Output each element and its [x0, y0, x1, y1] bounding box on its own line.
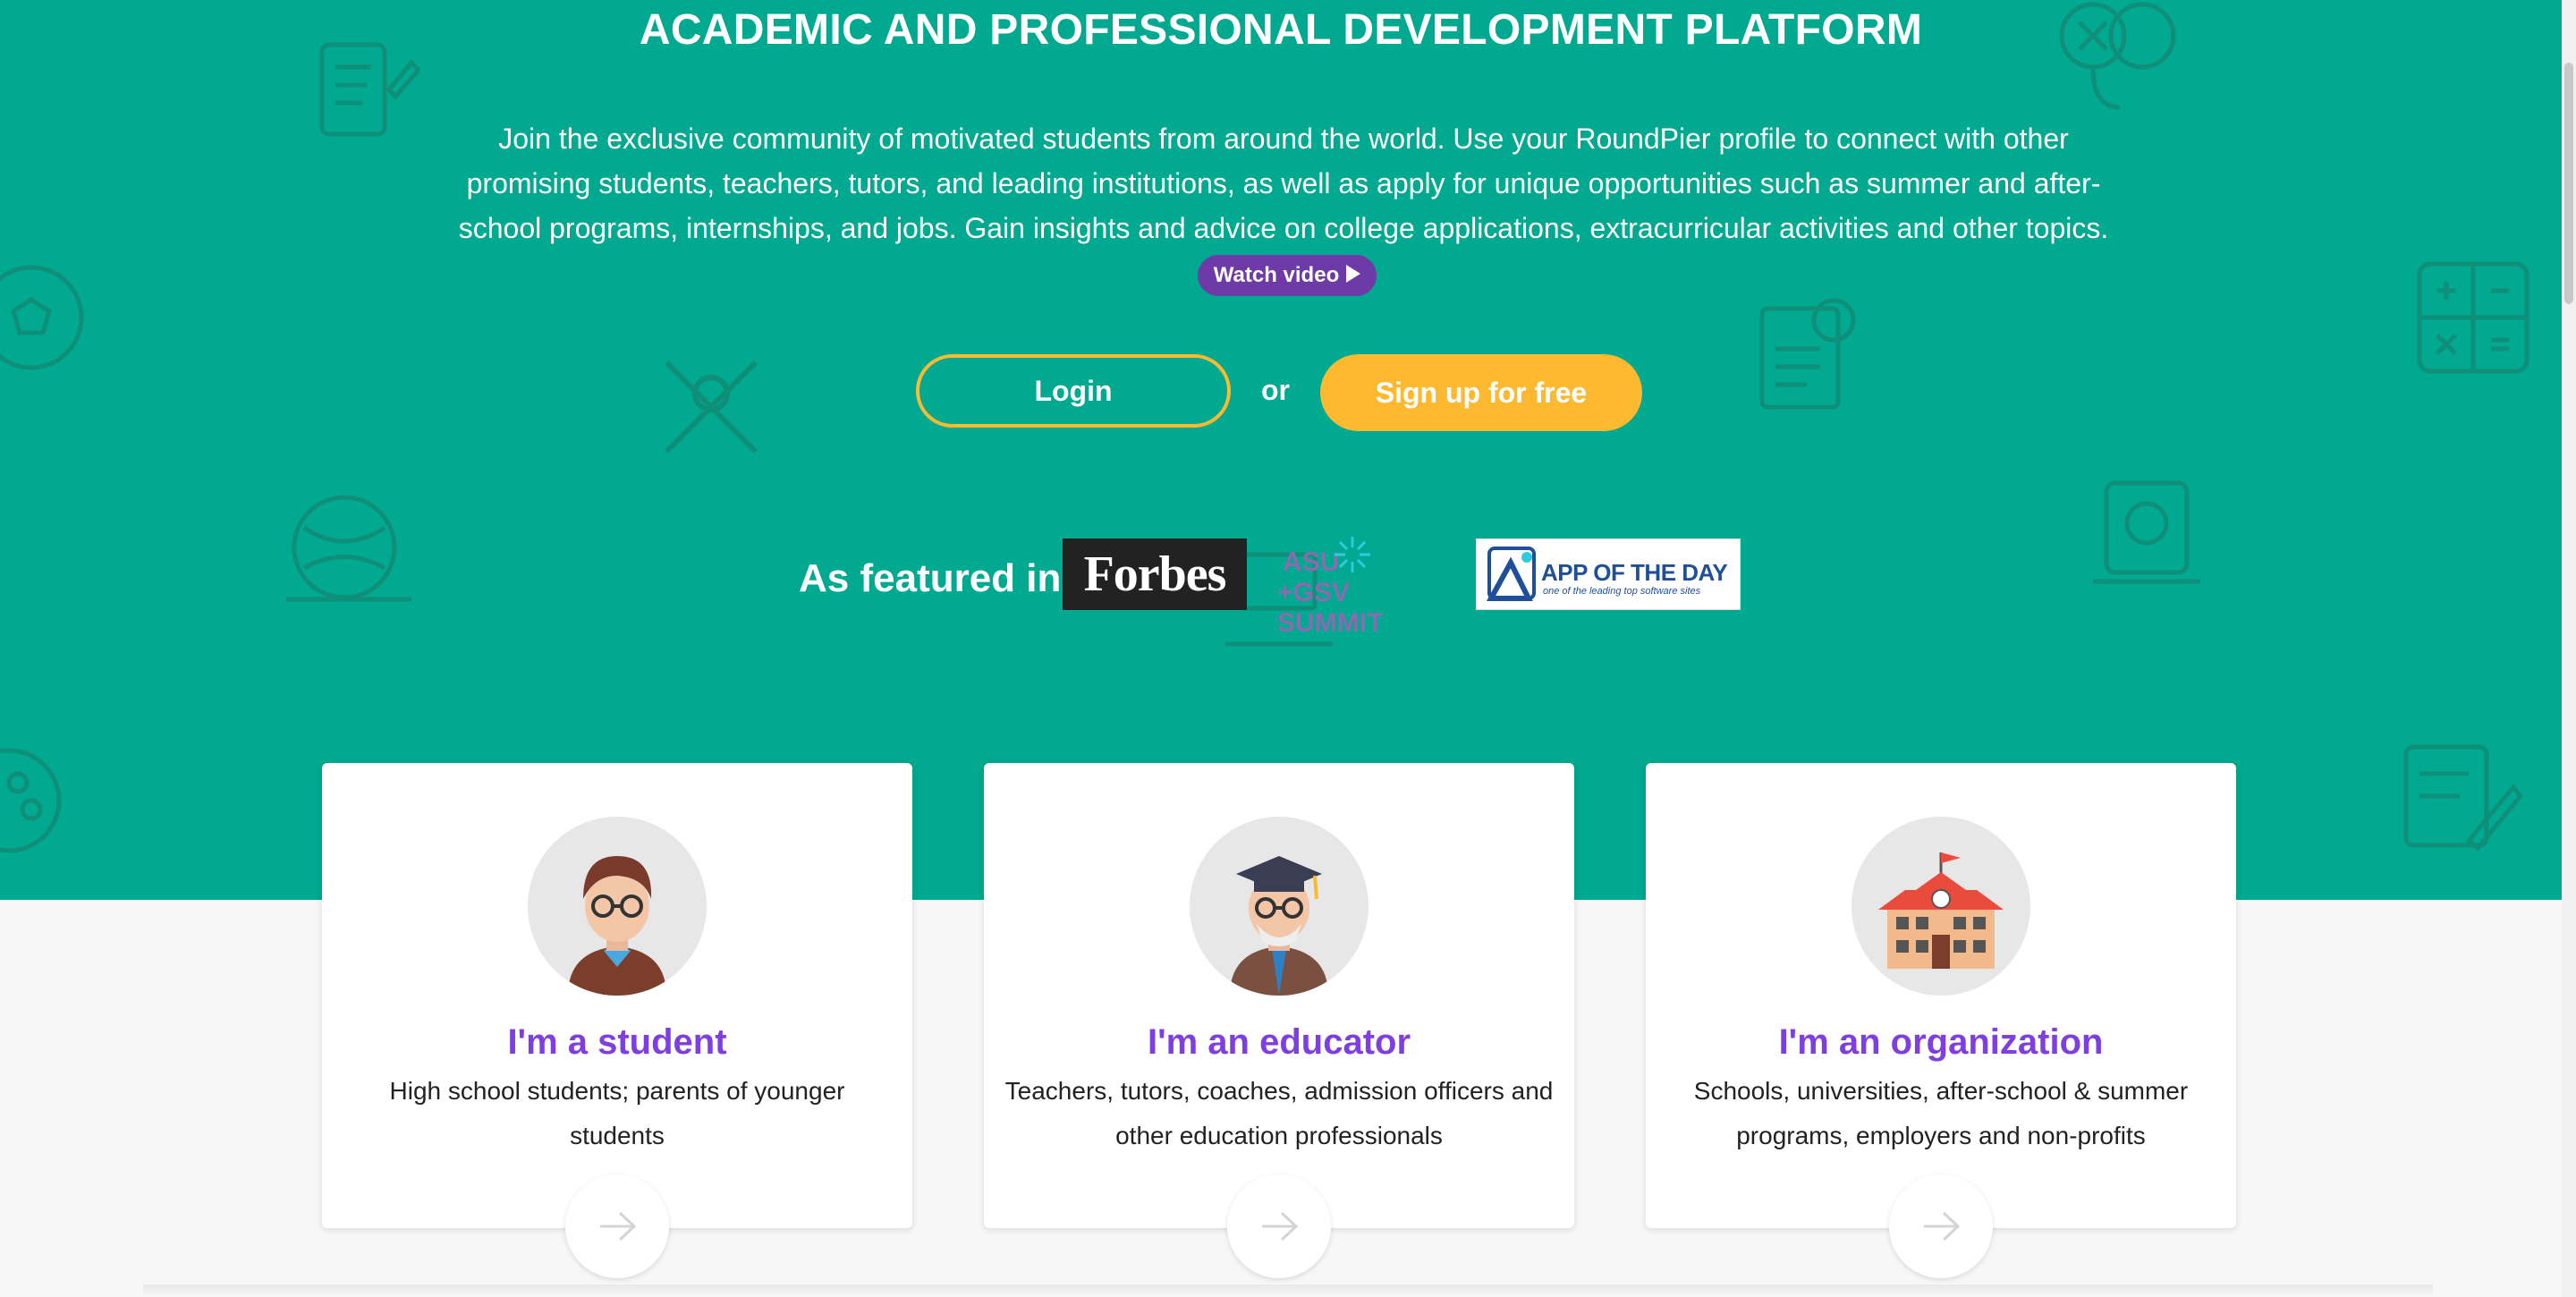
educator-card-description: Teachers, tutors, coaches, admission off… — [1004, 1077, 1554, 1149]
organization-next-button[interactable] — [1889, 1174, 1993, 1278]
organization-card-title: I'm an organization — [1778, 1022, 2104, 1062]
student-next-button[interactable] — [565, 1174, 669, 1278]
organization-card[interactable]: I'm an organization Schools, universitie… — [1646, 763, 2236, 1228]
arrow-right-icon — [1924, 1211, 1961, 1242]
student-avatar-icon — [528, 817, 707, 996]
asu-logo-line2: +GSV SUMMIT — [1277, 578, 1384, 638]
educator-next-button[interactable] — [1227, 1174, 1331, 1278]
film-reel-icon — [0, 742, 72, 859]
page-title: ACADEMIC AND PROFESSIONAL DEVELOPMENT PL… — [639, 6, 1923, 54]
play-icon — [1346, 265, 1361, 284]
section-shadow — [143, 1284, 2433, 1297]
intro-paragraph: Join the exclusive community of motivate… — [458, 123, 2109, 244]
aotd-logo-tagline: one of the leading top software sites — [1543, 586, 1701, 597]
student-card-title: I'm a student — [507, 1022, 727, 1062]
app-of-the-day-mark-icon — [1486, 547, 1536, 601]
student-card-description: High school students; parents of younger… — [389, 1077, 845, 1149]
intro-text: Join the exclusive community of motivate… — [452, 116, 2115, 296]
basketball-icon — [286, 492, 411, 608]
login-button[interactable]: Login — [916, 354, 1231, 428]
featured-label: As featured in — [799, 556, 1062, 600]
educator-avatar-icon — [1190, 817, 1368, 996]
notes-pencil-icon — [2397, 733, 2522, 859]
vertical-scrollbar[interactable] — [2562, 0, 2576, 1297]
watch-video-label: Watch video — [1213, 262, 1340, 287]
educator-card[interactable]: I'm an educator Teachers, tutors, coache… — [984, 763, 1574, 1228]
sparkle-icon — [1335, 537, 1370, 572]
organization-card-description: Schools, universities, after-school & su… — [1693, 1077, 2189, 1149]
signup-button[interactable]: Sign up for free — [1320, 354, 1642, 431]
clipboard-grade-icon — [1753, 295, 1860, 411]
educator-card-title: I'm an educator — [1147, 1022, 1411, 1062]
baseball-bats-icon — [653, 349, 769, 465]
arrow-right-icon — [600, 1211, 637, 1242]
scrollbar-thumb[interactable] — [2564, 63, 2573, 304]
forbes-logo[interactable]: Forbes — [1063, 538, 1247, 610]
lightbulb-board-icon — [2093, 474, 2200, 590]
soccer-ball-icon — [0, 259, 89, 376]
student-card[interactable]: I'm a student High school students; pare… — [322, 763, 912, 1228]
watch-video-button[interactable]: Watch video — [1197, 254, 1377, 296]
arrow-right-icon — [1262, 1211, 1299, 1242]
asu-logo-line1: ASU — [1283, 547, 1340, 577]
school-building-icon — [1852, 817, 2030, 996]
app-of-the-day-logo[interactable]: APP OF THE DAY one of the leading top so… — [1476, 538, 1741, 610]
asu-gsv-logo[interactable]: ASU +GSV SUMMIT — [1277, 535, 1447, 638]
calculator-icon — [2415, 259, 2531, 376]
or-separator: or — [1261, 374, 1290, 406]
aotd-logo-text: APP OF THE DAY — [1541, 559, 1728, 586]
